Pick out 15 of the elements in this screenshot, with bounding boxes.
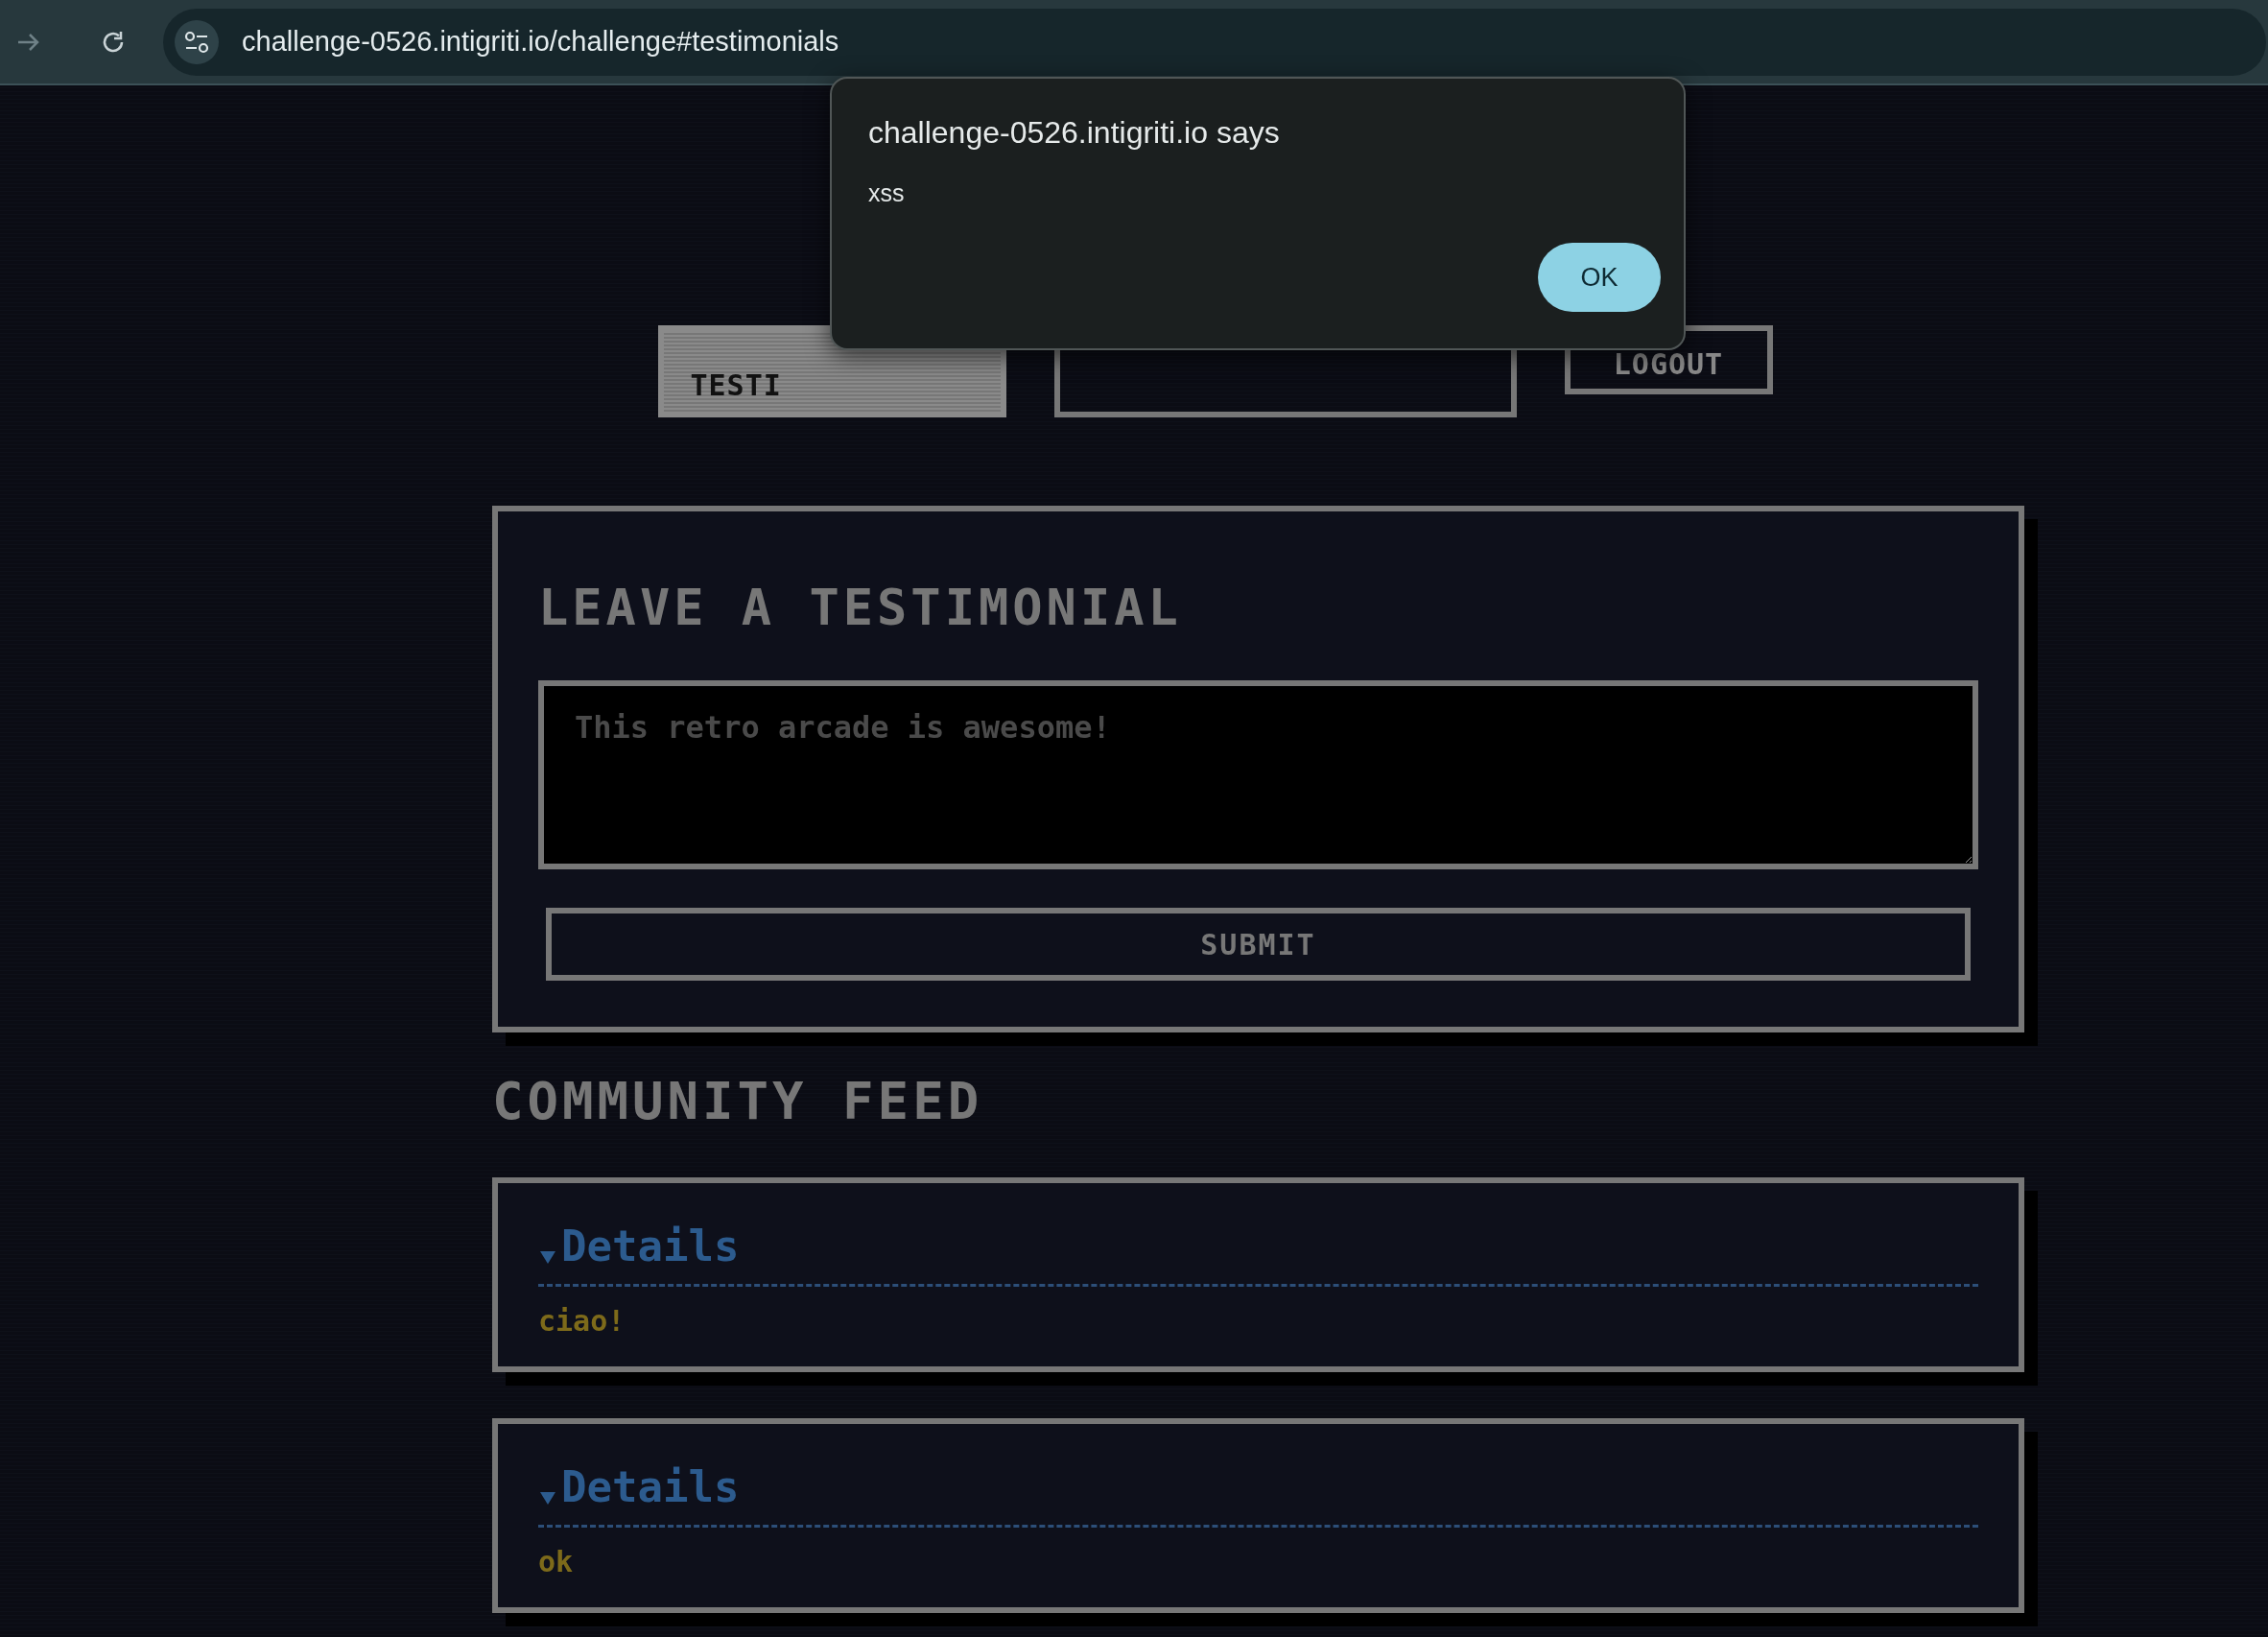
submit-button[interactable]: SUBMIT xyxy=(546,908,1971,981)
ok-button[interactable]: OK xyxy=(1538,243,1661,312)
testimonial-text: ok xyxy=(538,1545,575,1578)
dialog-title: challenge-0526.intigriti.io says xyxy=(868,115,1281,151)
caret-icon xyxy=(538,1490,557,1506)
details-toggle[interactable]: Details xyxy=(538,1222,1978,1287)
url-field[interactable]: challenge-0526.intigriti.io/challenge#testimonials xyxy=(242,26,839,58)
site-settings-icon[interactable] xyxy=(175,19,219,64)
feed-heading: COMMUNITY FEED xyxy=(492,1071,984,1131)
details-toggle[interactable]: Details xyxy=(538,1462,1978,1528)
form-heading: LEAVE A TESTIMONIAL xyxy=(538,579,1183,636)
caret-icon xyxy=(538,1249,557,1265)
dialog-message: xss xyxy=(868,179,906,207)
testimonial-field[interactable]: This retro arcade is awesome! xyxy=(538,680,1978,869)
testimonial-text: ciao! xyxy=(538,1304,626,1338)
